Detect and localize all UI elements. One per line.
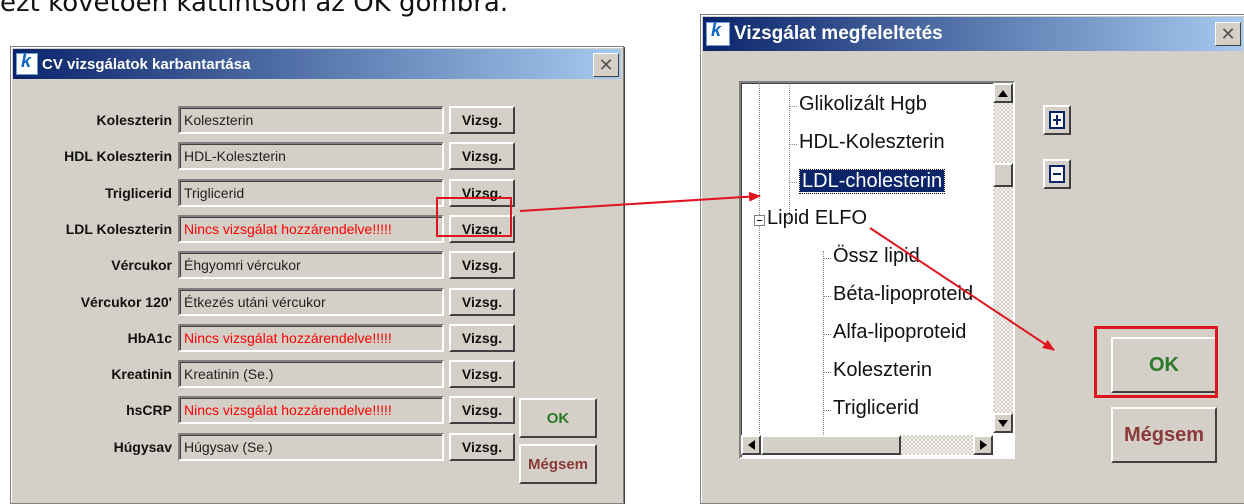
- row-label: HDL Koleszterin: [64, 148, 172, 165]
- tree-item-label: Össz lipid: [833, 245, 920, 267]
- row-label: HbA1c: [127, 329, 172, 346]
- cancel-button[interactable]: Mégsem: [519, 444, 597, 484]
- row-value-field[interactable]: Kreatinin (Se.): [178, 360, 444, 389]
- intro-text: ezt követően kattintson az OK gombra.: [0, 0, 509, 18]
- vizsg-button[interactable]: Vizsg.: [449, 106, 515, 134]
- close-icon[interactable]: ✕: [593, 53, 619, 77]
- tree-connector: [823, 258, 831, 259]
- row-label: Koleszterin: [96, 112, 172, 128]
- row-value-field[interactable]: HDL-Koleszterin: [178, 142, 444, 171]
- vizsg-button[interactable]: Vizsg.: [449, 432, 515, 461]
- row-value-field[interactable]: Éhgyomri vércukor: [178, 251, 444, 280]
- row-label: Triglicerid: [105, 184, 172, 201]
- row-value-field[interactable]: Koleszterin: [178, 106, 444, 134]
- tree-connector: [823, 334, 831, 335]
- cv-window: CV vizsgálatok karbantartása ✕ Koleszter…: [10, 46, 624, 504]
- tree-item-label: Alfa-lipoproteid: [833, 321, 967, 343]
- tree-item[interactable]: HDL-Koleszterin: [799, 131, 945, 154]
- collapse-all-button[interactable]: [1043, 159, 1071, 189]
- test-tree[interactable]: Glikolizált Hgb HDL-Koleszterin LDL-choles…: [739, 81, 1015, 459]
- cancel-button[interactable]: Mégsem: [1111, 407, 1217, 463]
- match-window-titlebar[interactable]: Vizsgálat megfeleltetés ✕: [703, 17, 1243, 51]
- cv-row: Vércukor 120' Étkezés utáni vércukor Vizsg…: [21, 287, 515, 317]
- minus-icon: [1049, 165, 1065, 183]
- close-icon[interactable]: ✕: [1215, 22, 1241, 46]
- arrow-down-icon: [998, 419, 1008, 427]
- cv-row: HDL Koleszterin HDL-Koleszterin Vizsg.: [21, 141, 515, 171]
- row-value-field[interactable]: Étkezés utáni vércukor: [178, 287, 444, 316]
- tree-item-label: Glikolizált Hgb: [799, 93, 927, 115]
- tree-connector: [823, 372, 831, 373]
- tree-guide-line: [823, 251, 824, 441]
- row-label: Vércukor 120': [80, 293, 172, 310]
- scroll-left-button[interactable]: [741, 435, 761, 455]
- arrow-left-icon: [747, 440, 755, 450]
- arrow-up-icon: [998, 89, 1008, 97]
- row-label: Kreatinin: [111, 366, 172, 383]
- cv-row: Koleszterin Koleszterin Vizsg.: [21, 105, 515, 135]
- scroll-right-button[interactable]: [973, 435, 993, 455]
- tree-item[interactable]: Glikolizált Hgb: [799, 93, 927, 116]
- highlight-box-vizsg: [436, 197, 512, 237]
- scroll-thumb[interactable]: [993, 163, 1013, 187]
- row-value-field[interactable]: Nincs vizsgálat hozzárendelve!!!!!: [178, 214, 444, 243]
- row-label: Vércukor: [111, 257, 172, 274]
- vizsg-button[interactable]: Vizsg.: [449, 360, 515, 389]
- vizsg-button[interactable]: Vizsg.: [449, 396, 515, 425]
- row-value-field[interactable]: Nincs vizsgálat hozzárendelve!!!!!: [178, 396, 444, 425]
- row-label: Húgysav: [113, 438, 172, 455]
- cv-row: Kreatinin Kreatinin (Se.) Vizsg.: [21, 359, 515, 389]
- row-value-field[interactable]: Nincs vizsgálat hozzárendelve!!!!!: [178, 323, 444, 352]
- match-window: Vizsgálat megfeleltetés ✕ Glikolizált Hg…: [700, 14, 1244, 504]
- row-value-field[interactable]: Húgysav (Se.): [178, 432, 444, 461]
- tree-item[interactable]: Lipid ELFO: [767, 207, 867, 230]
- cv-window-titlebar[interactable]: CV vizsgálatok karbantartása ✕: [13, 49, 621, 79]
- vizsg-button[interactable]: Vizsg.: [449, 323, 515, 352]
- tree-item-label: Triglicerid: [833, 397, 919, 419]
- scroll-up-button[interactable]: [993, 83, 1013, 103]
- cv-row: Húgysav Húgysav (Se.) Vizsg.: [21, 432, 515, 462]
- tree-connector: [823, 296, 831, 297]
- cv-row: HbA1c Nincs vizsgálat hozzárendelve!!!!! V…: [21, 323, 515, 353]
- scroll-thumb-horizontal[interactable]: [761, 435, 901, 455]
- tree-item-label: Lipid ELFO: [767, 207, 868, 229]
- vizsg-button[interactable]: Vizsg.: [449, 251, 515, 280]
- expand-all-button[interactable]: [1043, 105, 1071, 135]
- tree-item-label: LDL-cholesterin: [800, 170, 945, 192]
- tree-item[interactable]: Alfa-lipoproteid: [833, 321, 966, 344]
- vertical-scrollbar[interactable]: [993, 83, 1013, 433]
- app-icon: [706, 20, 730, 46]
- tree-item[interactable]: Triglicerid: [833, 397, 919, 420]
- tree-connector: [789, 144, 797, 145]
- row-label: hsCRP: [126, 402, 172, 419]
- tree-item-label: Béta-lipoproteid: [833, 283, 974, 305]
- row-value-field[interactable]: Triglicerid: [178, 178, 444, 207]
- tree-item[interactable]: Koleszterin: [833, 359, 932, 382]
- tree-item-label: HDL-Koleszterin: [799, 131, 945, 153]
- cv-row: Vércukor Éhgyomri vércukor Vizsg.: [21, 250, 515, 280]
- tree-guide-line: [759, 83, 760, 433]
- tree-item[interactable]: LDL-cholesterin: [799, 169, 946, 194]
- tree-connector: [789, 182, 797, 183]
- collapse-node-icon[interactable]: [754, 215, 765, 226]
- cv-window-title: CV vizsgálatok karbantartása: [42, 55, 251, 73]
- tree-item[interactable]: Össz lipid: [833, 245, 920, 268]
- plus-icon: [1049, 111, 1065, 129]
- tree-guide-line: [789, 83, 790, 223]
- tree-connector: [789, 106, 797, 107]
- tree-item-label: Koleszterin: [833, 359, 932, 381]
- arrow-right-icon: [979, 440, 987, 450]
- scroll-down-button[interactable]: [993, 413, 1013, 433]
- cv-row: hsCRP Nincs vizsgálat hozzárendelve!!!!! V…: [21, 395, 515, 425]
- tree-connector: [823, 410, 831, 411]
- ok-button[interactable]: OK: [519, 398, 597, 438]
- vizsg-button[interactable]: Vizsg.: [449, 142, 515, 171]
- tree-item[interactable]: Béta-lipoproteid: [833, 283, 973, 306]
- match-window-title: Vizsgálat megfeleltetés: [734, 23, 943, 44]
- row-label: LDL Koleszterin: [65, 220, 172, 237]
- highlight-box-ok: [1094, 326, 1218, 398]
- app-icon: [16, 51, 38, 75]
- vizsg-button[interactable]: Vizsg.: [449, 287, 515, 316]
